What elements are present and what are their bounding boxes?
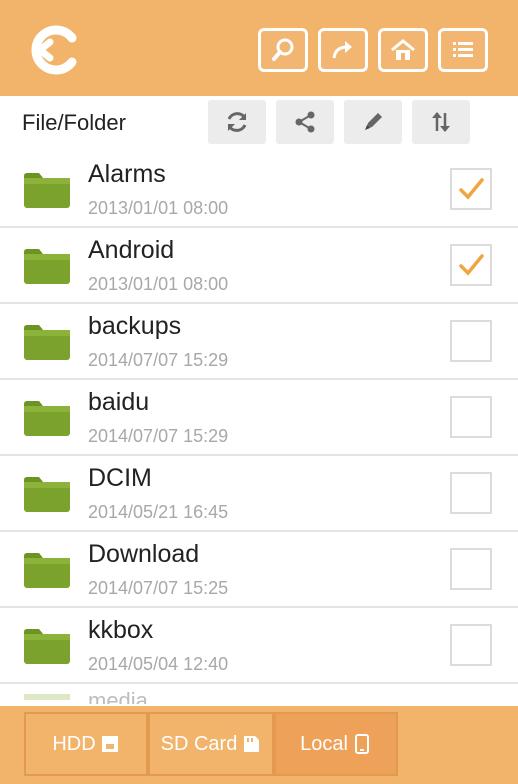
folder-icon <box>24 629 70 664</box>
checkmark-icon <box>459 178 484 200</box>
file-toolbar: File/Folder <box>0 96 518 148</box>
top-app-bar <box>0 0 518 96</box>
file-name: Android <box>88 236 175 264</box>
search-icon <box>272 38 294 61</box>
select-checkbox[interactable] <box>450 548 492 590</box>
phone-icon <box>354 734 369 754</box>
list-item[interactable]: kkbox 2014/05/04 12:40 <box>0 608 518 684</box>
list-item[interactable]: baidu 2014/07/07 15:29 <box>0 380 518 456</box>
hdd-icon <box>101 736 118 752</box>
list-item[interactable]: DCIM 2014/05/21 16:45 <box>0 456 518 532</box>
share-arrow-icon <box>332 41 352 59</box>
refresh-button[interactable] <box>208 100 266 144</box>
file-name: backups <box>88 312 182 340</box>
file-name: kkbox <box>88 616 154 644</box>
pencil-icon <box>365 113 382 130</box>
list-item[interactable]: backups 2014/07/07 15:29 <box>0 304 518 380</box>
checkmark-icon <box>459 254 484 276</box>
file-list: Alarms 2013/01/01 08:00 Android 2013/01/… <box>0 152 518 684</box>
back-logo-icon[interactable] <box>26 22 82 78</box>
folder-icon <box>24 325 70 360</box>
select-checkbox[interactable] <box>450 320 492 362</box>
search-button[interactable] <box>258 28 308 72</box>
share-nodes-icon <box>295 111 315 133</box>
file-date: 2014/07/07 15:25 <box>88 578 229 598</box>
file-name: baidu <box>88 388 150 416</box>
list-menu-icon <box>453 42 473 57</box>
select-checkbox[interactable] <box>450 396 492 438</box>
menu-button[interactable] <box>438 28 488 72</box>
list-item[interactable]: Android 2013/01/01 08:00 <box>0 228 518 304</box>
select-checkbox[interactable] <box>450 472 492 514</box>
tab-label: SD Card <box>160 732 238 755</box>
folder-icon <box>24 249 70 284</box>
folder-icon <box>24 173 70 208</box>
select-checkbox[interactable] <box>450 244 492 286</box>
select-checkbox[interactable] <box>450 168 492 210</box>
file-name: Download <box>88 540 200 568</box>
tab-local[interactable]: Local <box>274 712 398 776</box>
file-name: Alarms <box>88 160 166 188</box>
bottom-storage-bar: HDD SD Card Local <box>0 706 518 784</box>
list-item[interactable]: Download 2014/07/07 15:25 <box>0 532 518 608</box>
list-item[interactable]: Alarms 2013/01/01 08:00 <box>0 152 518 228</box>
file-name: media <box>88 688 148 704</box>
sd-card-icon <box>244 736 260 752</box>
rename-button[interactable] <box>344 100 402 144</box>
file-date: 2014/05/21 16:45 <box>88 502 229 522</box>
tab-sd-card[interactable]: SD Card <box>148 712 274 776</box>
tab-label: HDD <box>52 732 96 755</box>
file-name: DCIM <box>88 464 152 492</box>
sort-icon <box>432 112 450 132</box>
folder-icon <box>24 401 70 436</box>
home-button[interactable] <box>378 28 428 72</box>
file-date: 2014/05/04 12:40 <box>88 654 229 674</box>
share-nodes-button[interactable] <box>276 100 334 144</box>
refresh-icon <box>227 112 247 132</box>
folder-icon <box>24 553 70 588</box>
tab-label: Local <box>300 732 348 755</box>
folder-icon <box>24 694 70 700</box>
folder-icon <box>24 477 70 512</box>
home-icon <box>391 39 415 60</box>
list-item-partial[interactable]: media <box>0 684 518 704</box>
select-checkbox[interactable] <box>450 624 492 666</box>
tab-hdd[interactable]: HDD <box>24 712 148 776</box>
file-date: 2013/01/01 08:00 <box>88 274 229 294</box>
file-date: 2013/01/01 08:00 <box>88 198 229 218</box>
file-date: 2014/07/07 15:29 <box>88 350 229 370</box>
share-button[interactable] <box>318 28 368 72</box>
file-date: 2014/07/07 15:29 <box>88 426 229 446</box>
toolbar-label: File/Folder <box>22 110 126 135</box>
sort-button[interactable] <box>412 100 470 144</box>
